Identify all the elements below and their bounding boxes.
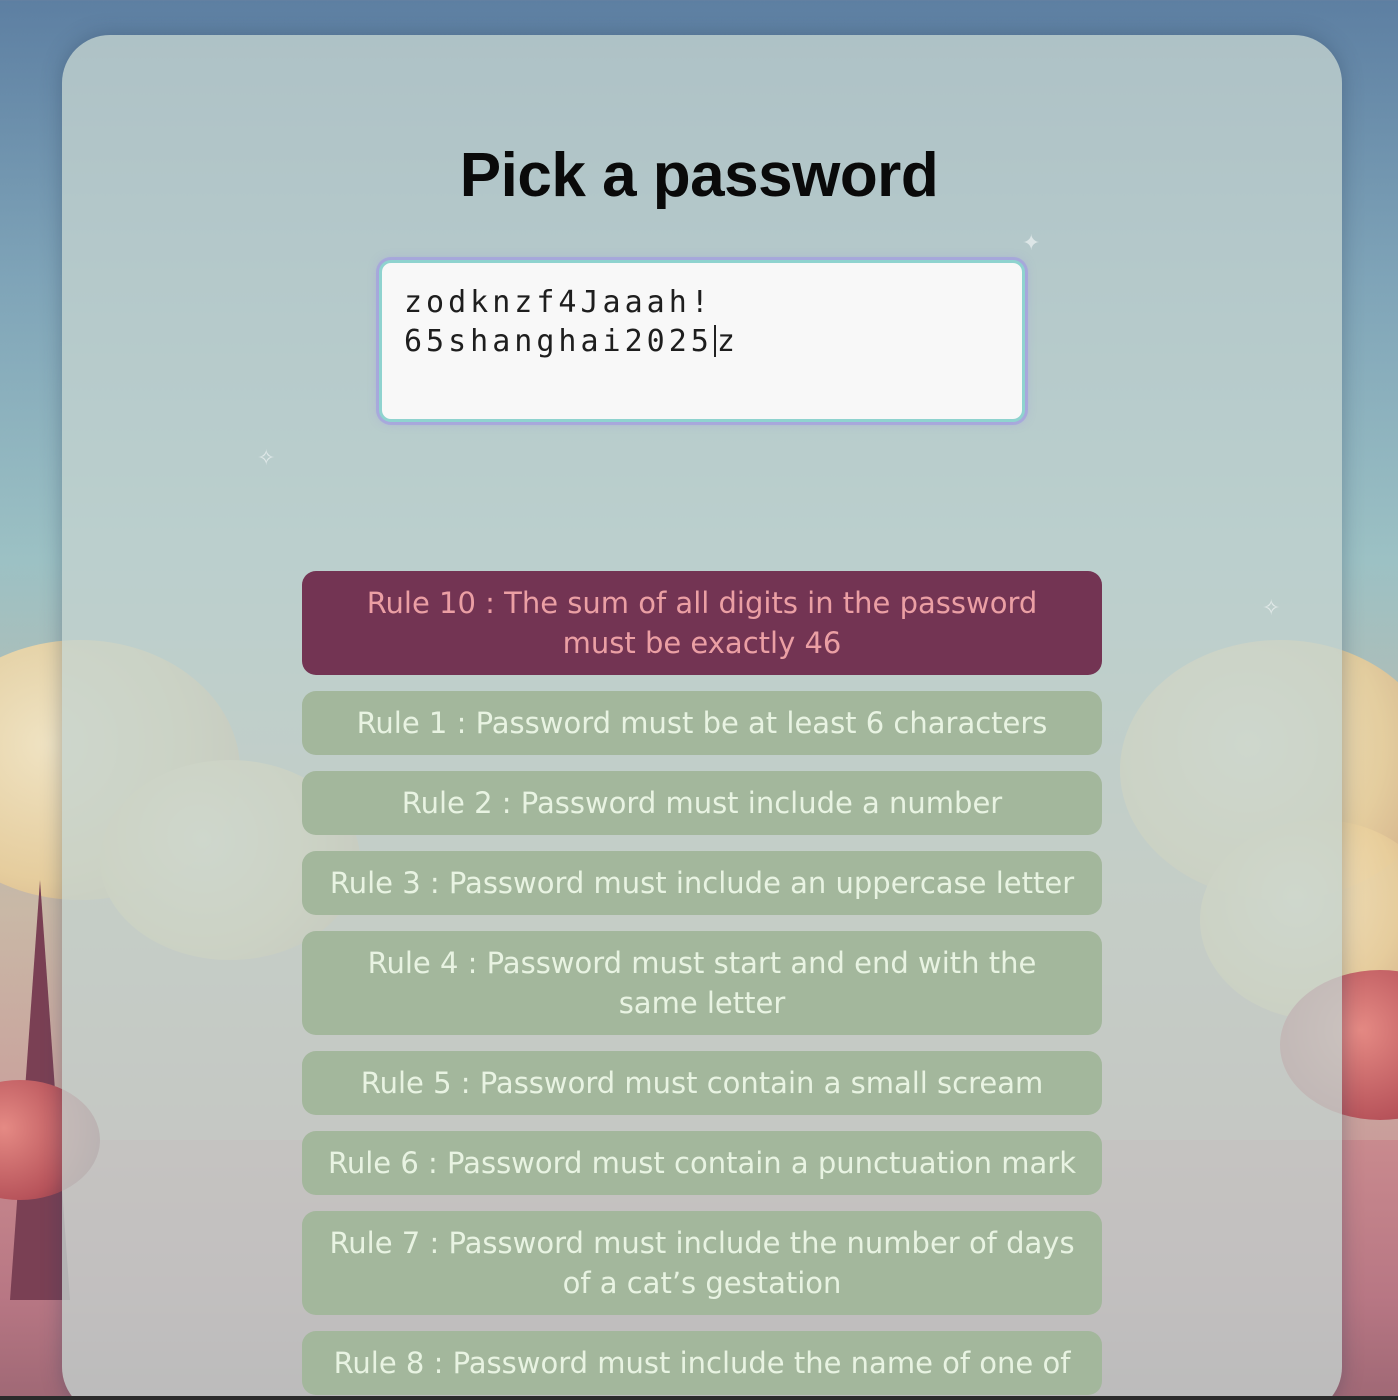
page-title: Pick a password (459, 141, 939, 210)
rule-item: Rule 7 : Password must include the numbe… (302, 1211, 1102, 1315)
rule-item: Rule 4 : Password must start and end wit… (302, 931, 1102, 1035)
rules-list: Rule 10 : The sum of all digits in the p… (302, 571, 1102, 1400)
password-line-1: zodknzf4Jaaah! (404, 285, 713, 320)
rule-item: Rule 8 : Password must include the name … (302, 1331, 1102, 1395)
rule-item: Rule 1 : Password must be at least 6 cha… (302, 691, 1102, 755)
password-line-2-after-caret: z (716, 324, 739, 359)
text-caret (713, 325, 716, 357)
rule-item: Rule 10 : The sum of all digits in the p… (302, 571, 1102, 675)
password-line-2-before-caret: 65shanghai2025 (404, 324, 713, 359)
password-input[interactable]: zodknzf4Jaaah! 65shanghai2025 z (379, 260, 1025, 422)
rule-item: Rule 3 : Password must include an upperc… (302, 851, 1102, 915)
rule-item: Rule 6 : Password must contain a punctua… (302, 1131, 1102, 1195)
rule-item: Rule 5 : Password must contain a small s… (302, 1051, 1102, 1115)
rule-item: Rule 2 : Password must include a number (302, 771, 1102, 835)
window-bottom-edge (0, 1396, 1398, 1400)
